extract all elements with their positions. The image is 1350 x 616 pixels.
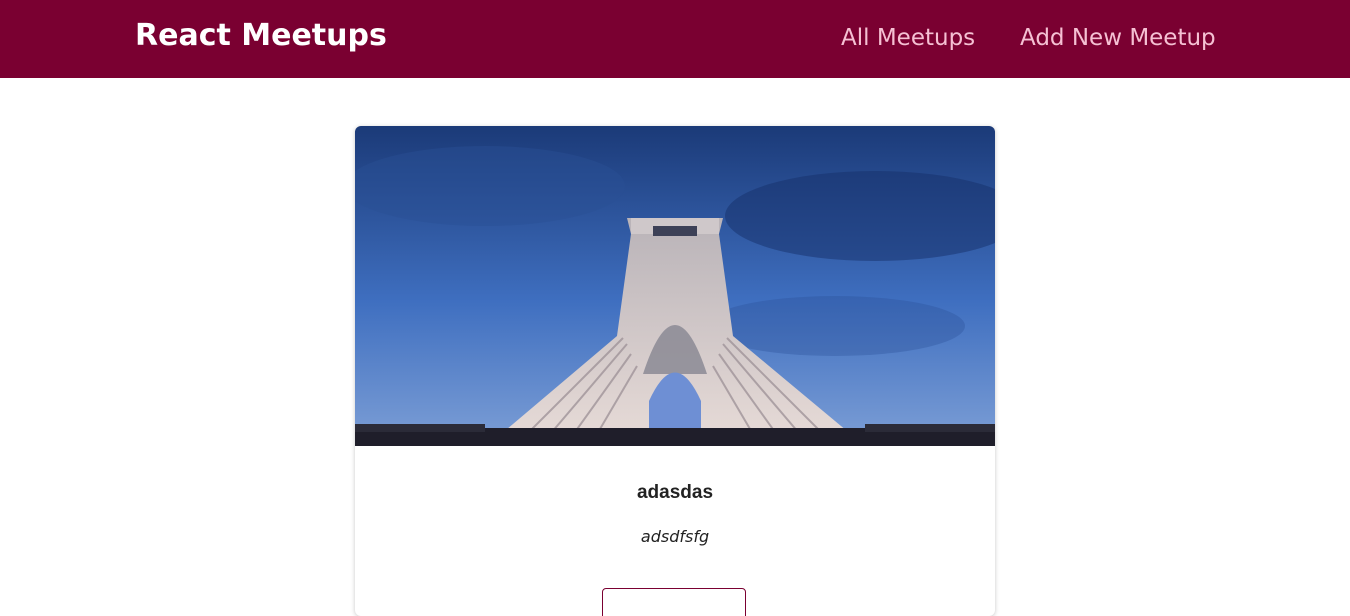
nav-link-all-meetups[interactable]: All Meetups xyxy=(841,25,975,51)
meetup-action-button[interactable] xyxy=(602,588,746,616)
app-logo: React Meetups xyxy=(135,18,387,53)
nav-link-add-new-meetup[interactable]: Add New Meetup xyxy=(1020,25,1216,51)
meetup-card: adasdas adsdfsfg xyxy=(355,126,995,616)
main-header: React Meetups All Meetups Add New Meetup xyxy=(0,0,1350,78)
meetup-description: adsdfsfg xyxy=(640,527,710,546)
azadi-tower-photo xyxy=(355,126,995,446)
meetup-image xyxy=(355,126,995,446)
meetup-title: adasdas xyxy=(636,482,714,503)
